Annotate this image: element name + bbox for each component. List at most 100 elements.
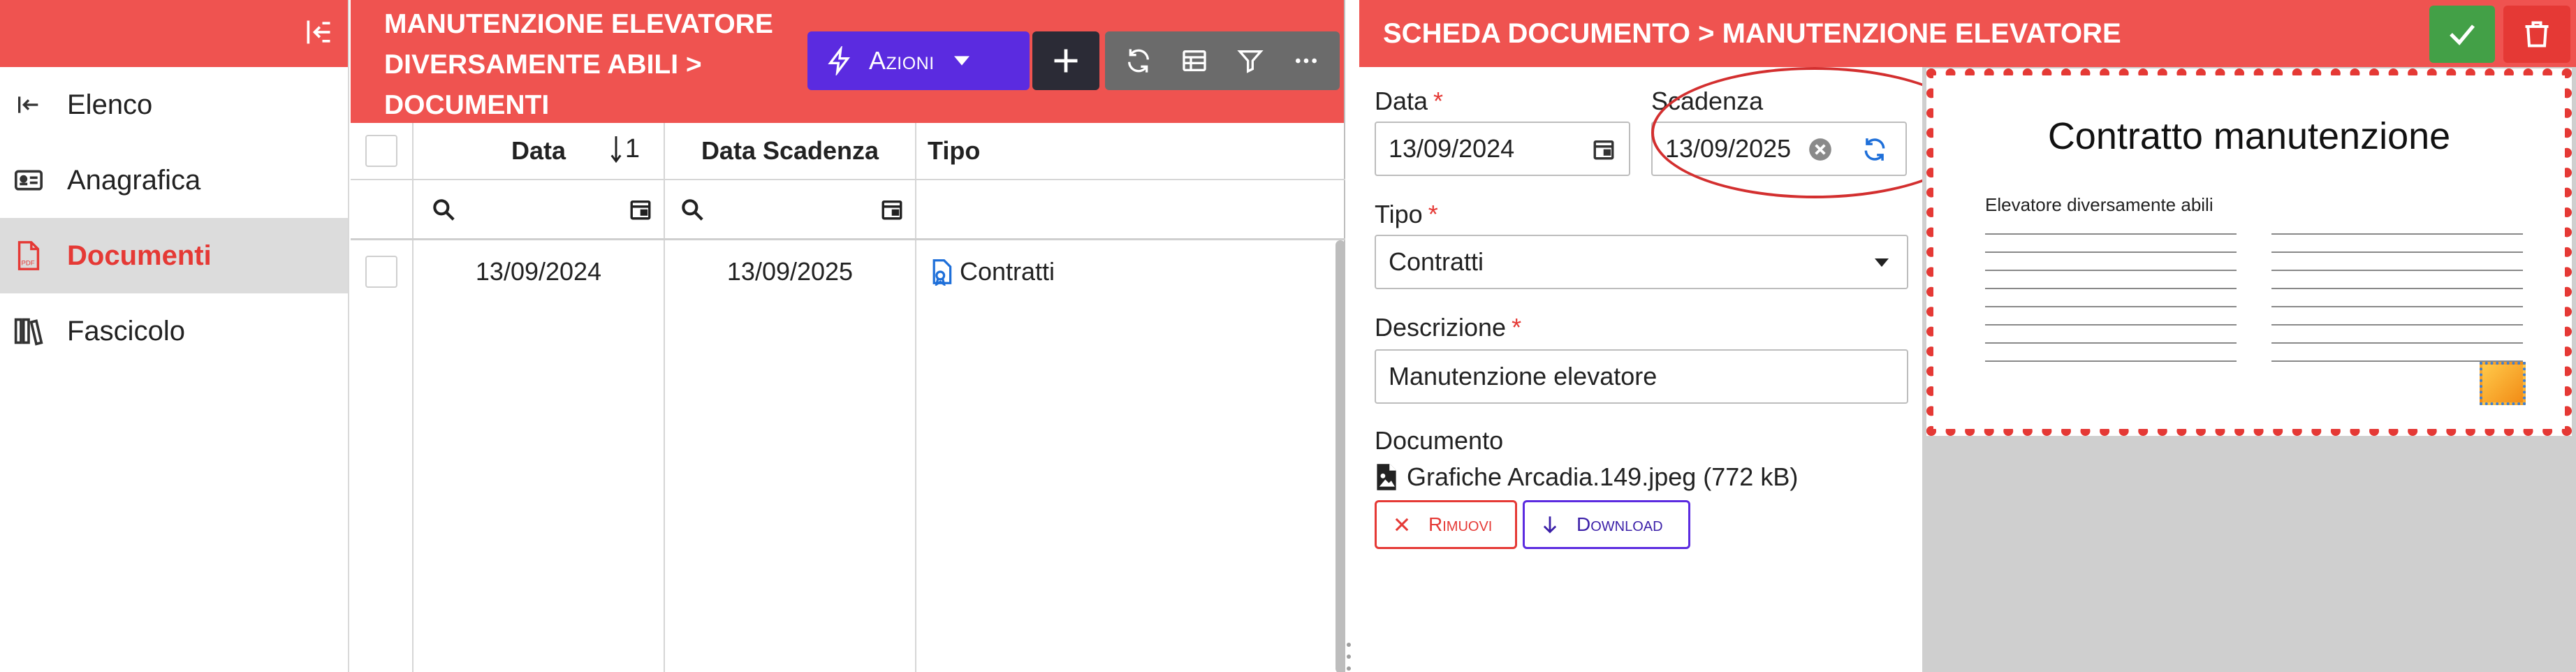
more-options-button[interactable]	[1282, 36, 1331, 85]
grid-scrollbar[interactable]	[1335, 240, 1345, 672]
list-title-line: DOCUMENTI	[384, 90, 550, 120]
preview-title: Contratto manutenzione	[2047, 115, 2451, 157]
cell-scadenza-value: 13/09/2025	[726, 257, 854, 286]
scadenza-date-value: 13/09/2025	[1665, 134, 1792, 163]
back-arrow-icon	[13, 89, 45, 121]
attached-file-name: Grafiche Arcadia.149.jpeg (772 kB)	[1407, 462, 1799, 491]
sidebar-item-anagrafica[interactable]: Anagrafica	[0, 143, 348, 218]
sidebar-item-label: Elenco	[67, 89, 153, 120]
scadenza-label-text: Scadenza	[1651, 87, 1764, 115]
calendar-icon[interactable]	[1590, 136, 1618, 163]
descrizione-field-label: Descrizione *	[1375, 313, 1521, 342]
sidebar-item-fascicolo[interactable]: Fascicolo	[0, 293, 348, 369]
download-file-button[interactable]: Download	[1523, 500, 1690, 549]
download-file-label: Download	[1576, 513, 1663, 535]
contract-document-icon	[932, 259, 952, 286]
search-icon	[682, 198, 703, 221]
svg-text:PDF: PDF	[21, 259, 34, 267]
confirm-button[interactable]	[2429, 6, 2495, 63]
required-mark: *	[1428, 200, 1438, 228]
plus-icon	[1054, 49, 1078, 73]
descrizione-input[interactable]: Manutenzione elevatore	[1375, 349, 1908, 404]
filter-button[interactable]	[1226, 36, 1275, 85]
tipo-label-text: Tipo	[1375, 200, 1423, 228]
add-document-button[interactable]	[1032, 31, 1099, 90]
list-toolbar	[1105, 31, 1340, 90]
delete-button[interactable]	[2503, 6, 2570, 63]
grid-header-row: Data 1 Data Scadenza Tipo	[351, 123, 1345, 180]
column-divider	[915, 303, 916, 672]
attached-file: Grafiche Arcadia.149.jpeg (772 kB)	[1375, 462, 1798, 492]
clear-icon[interactable]	[1806, 136, 1834, 163]
table-icon	[1183, 50, 1206, 71]
collapse-sidebar-icon	[307, 20, 330, 44]
column-divider	[412, 303, 414, 672]
list-title-line: DIVERSAMENTE ABILI >	[384, 50, 702, 80]
documents-list-panel: MANUTENZIONE ELEVATORE DIVERSAMENTE ABIL…	[351, 0, 1345, 672]
more-horizontal-icon	[1296, 58, 1317, 64]
download-arrow-icon	[1543, 516, 1557, 534]
sidebar: Elenco Anagrafica PDF Documenti Fascicol…	[0, 0, 349, 672]
list-title-line: MANUTENZIONE ELEVATORE	[384, 9, 773, 39]
books-icon	[13, 315, 45, 347]
list-header: MANUTENZIONE ELEVATORE DIVERSAMENTE ABIL…	[351, 0, 1344, 123]
column-header-tipo[interactable]: Tipo	[916, 123, 1345, 179]
close-icon	[1395, 518, 1409, 532]
cell-scadenza: 13/09/2025	[665, 240, 916, 303]
column-header-label: Tipo	[928, 136, 981, 165]
filter-tipo[interactable]	[916, 180, 1345, 238]
column-header-data[interactable]: Data 1	[414, 123, 665, 179]
check-icon	[2450, 24, 2475, 45]
remove-file-button[interactable]: Rimuovi	[1375, 500, 1517, 549]
sidebar-item-label: Fascicolo	[67, 315, 185, 346]
filter-data[interactable]	[414, 180, 665, 238]
preview-subtitle: Elevatore diversamente abili	[1985, 194, 2213, 215]
data-label-text: Data	[1375, 87, 1428, 115]
tipo-select-value: Contratti	[1389, 247, 1484, 276]
sidebar-item-elenco[interactable]: Elenco	[0, 67, 348, 143]
column-header-label: Data	[511, 136, 566, 165]
list-title: MANUTENZIONE ELEVATORE DIVERSAMENTE ABIL…	[384, 4, 817, 126]
document-detail-panel: SCHEDA DOCUMENTO > MANUTENZIONE ELEVATOR…	[1359, 0, 2576, 672]
column-divider	[664, 303, 665, 672]
tipo-select[interactable]: Contratti	[1375, 235, 1908, 289]
actions-menu-button[interactable]: Azioni	[807, 31, 1030, 90]
calendar-icon[interactable]	[880, 198, 904, 221]
sort-order-number: 1	[624, 134, 640, 163]
refresh-button[interactable]	[1114, 36, 1163, 85]
preview-page: Contratto manutenzione Elevatore diversa…	[1933, 75, 2565, 429]
search-icon	[433, 198, 455, 221]
sidebar-header	[0, 0, 348, 67]
sidebar-item-label: Documenti	[67, 240, 212, 271]
sidebar-item-label: Anagrafica	[67, 164, 201, 196]
trash-icon	[2525, 21, 2549, 48]
filter-scadenza[interactable]	[665, 180, 916, 238]
grid-empty-area	[351, 303, 1345, 672]
refresh-icon	[1128, 49, 1149, 73]
calendar-icon[interactable]	[629, 198, 652, 221]
documents-grid: Data 1 Data Scadenza Tipo 13/09/2024 13/…	[351, 123, 1345, 672]
preview-lines-right	[2271, 233, 2523, 379]
refresh-date-icon[interactable]	[1861, 136, 1889, 163]
grid-filter-row	[351, 180, 1345, 240]
sort-descending-icon: 1	[610, 134, 640, 164]
documento-label: Documento	[1375, 426, 1504, 455]
panel-resize-handle[interactable]	[1347, 643, 1355, 671]
descrizione-label-text: Descrizione	[1375, 313, 1507, 342]
cell-data-value: 13/09/2024	[475, 257, 602, 286]
row-checkbox[interactable]	[365, 256, 397, 288]
collapse-sidebar-button[interactable]	[296, 10, 341, 54]
postage-stamp-image	[2480, 362, 2526, 405]
id-card-icon	[13, 164, 45, 196]
select-all-checkbox[interactable]	[365, 135, 397, 167]
table-row[interactable]: 13/09/2024 13/09/2025 Contratti	[351, 240, 1345, 303]
sidebar-item-documenti[interactable]: PDF Documenti	[0, 218, 348, 293]
cell-tipo-value: Contratti	[960, 257, 1055, 286]
document-preview-image[interactable]: Contratto manutenzione Elevatore diversa…	[1926, 68, 2572, 436]
chevron-down-icon	[1875, 258, 1889, 267]
required-mark: *	[1433, 87, 1444, 115]
column-header-scadenza[interactable]: Data Scadenza	[665, 123, 916, 179]
column-header-label: Data Scadenza	[701, 136, 879, 165]
columns-button[interactable]	[1170, 36, 1219, 85]
detail-header: SCHEDA DOCUMENTO > MANUTENZIONE ELEVATOR…	[1359, 0, 2576, 67]
